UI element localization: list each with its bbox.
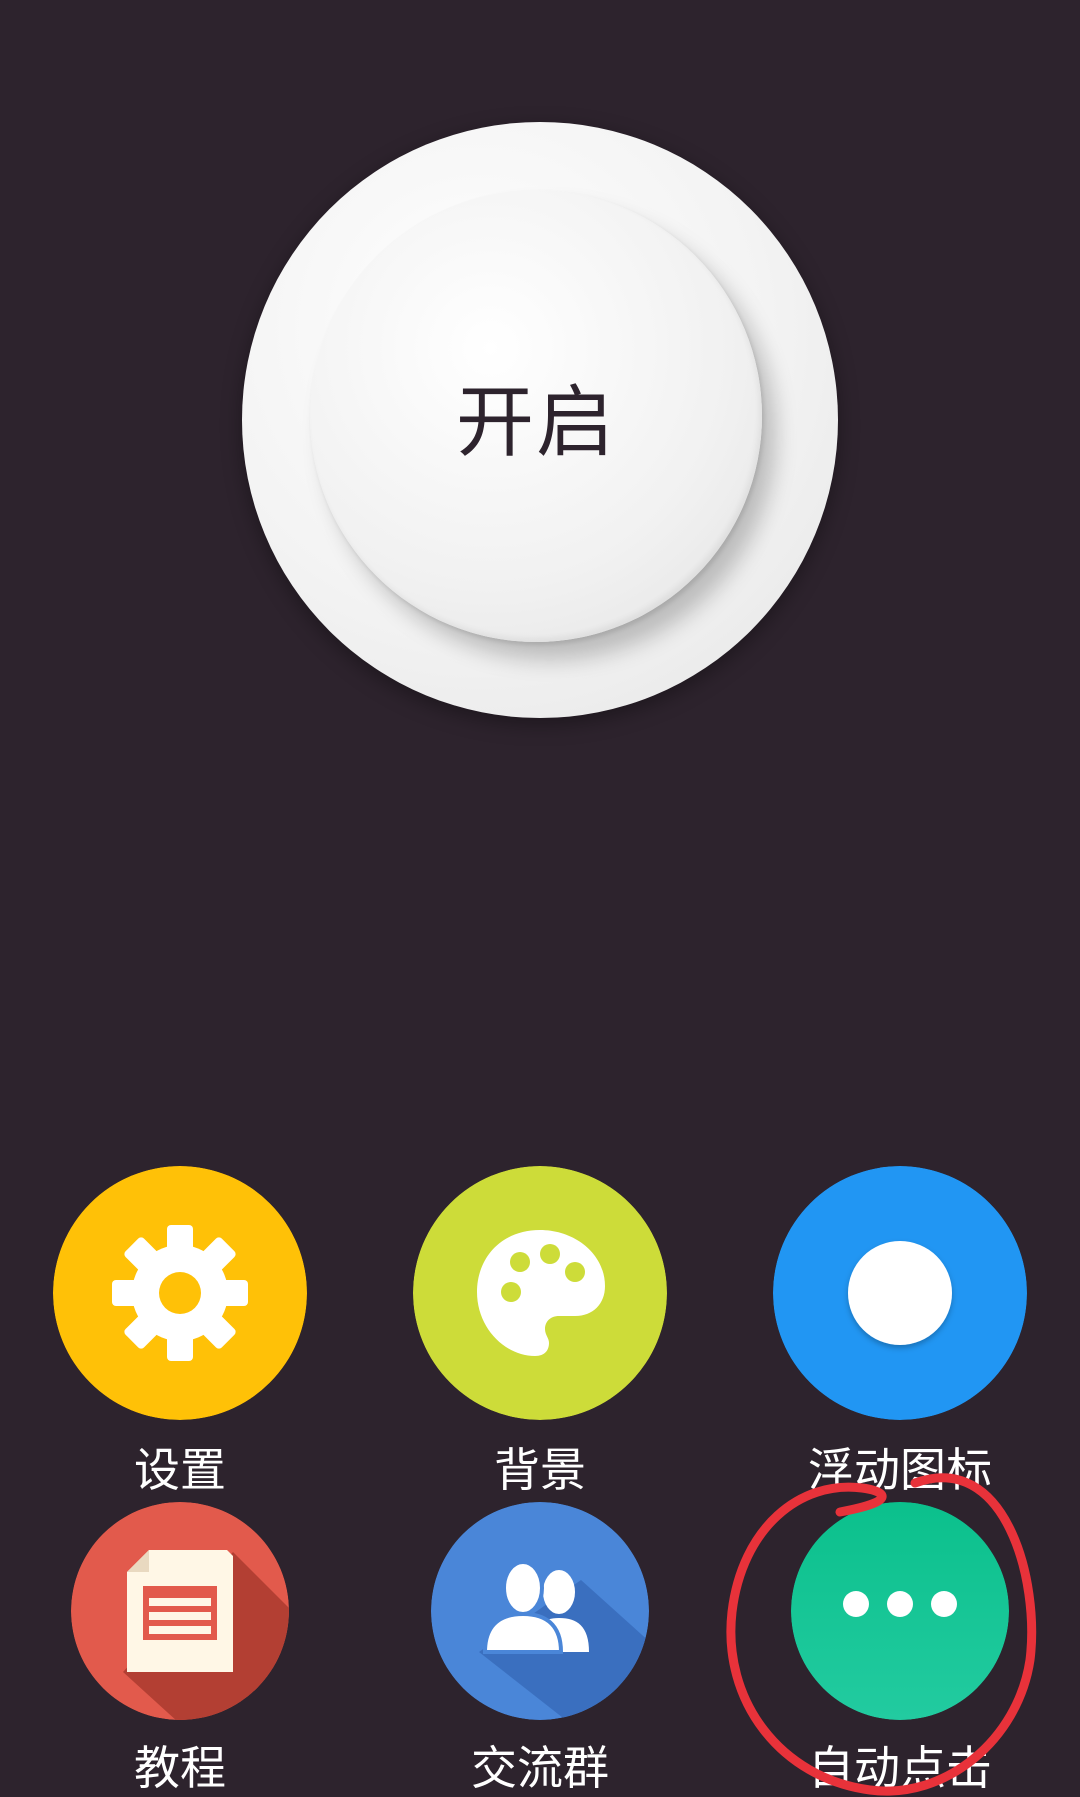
group-icon bbox=[431, 1502, 649, 1720]
tutorial-label: 教程 bbox=[134, 1741, 226, 1795]
chat-group-label: 交流群 bbox=[471, 1741, 609, 1795]
settings-icon-circle[interactable] bbox=[53, 1166, 307, 1420]
gear-icon bbox=[53, 1166, 307, 1420]
more-dots-icon bbox=[791, 1502, 1009, 1720]
background-label: 背景 bbox=[494, 1443, 586, 1497]
chat-group-icon-circle[interactable] bbox=[431, 1502, 649, 1720]
auto-click-label: 自动点击 bbox=[808, 1741, 992, 1795]
palette-icon bbox=[413, 1166, 667, 1420]
floating-icon-label: 浮动图标 bbox=[808, 1443, 992, 1497]
circle-icon bbox=[773, 1166, 1027, 1420]
tutorial-icon-circle[interactable] bbox=[71, 1502, 289, 1720]
start-button-label: 开启 bbox=[455, 378, 616, 468]
start-button-face[interactable]: 开启 bbox=[310, 190, 762, 642]
floating-icon-circle[interactable] bbox=[773, 1166, 1027, 1420]
background-icon-circle[interactable] bbox=[413, 1166, 667, 1420]
settings-label: 设置 bbox=[134, 1443, 226, 1497]
auto-click-icon-circle[interactable] bbox=[791, 1502, 1009, 1720]
start-button[interactable]: 开启 bbox=[242, 122, 838, 718]
document-icon bbox=[71, 1502, 289, 1720]
app-screen: 开启 设置 背景 浮动图标 教程 交流群 自动点击 bbox=[0, 0, 1080, 1797]
